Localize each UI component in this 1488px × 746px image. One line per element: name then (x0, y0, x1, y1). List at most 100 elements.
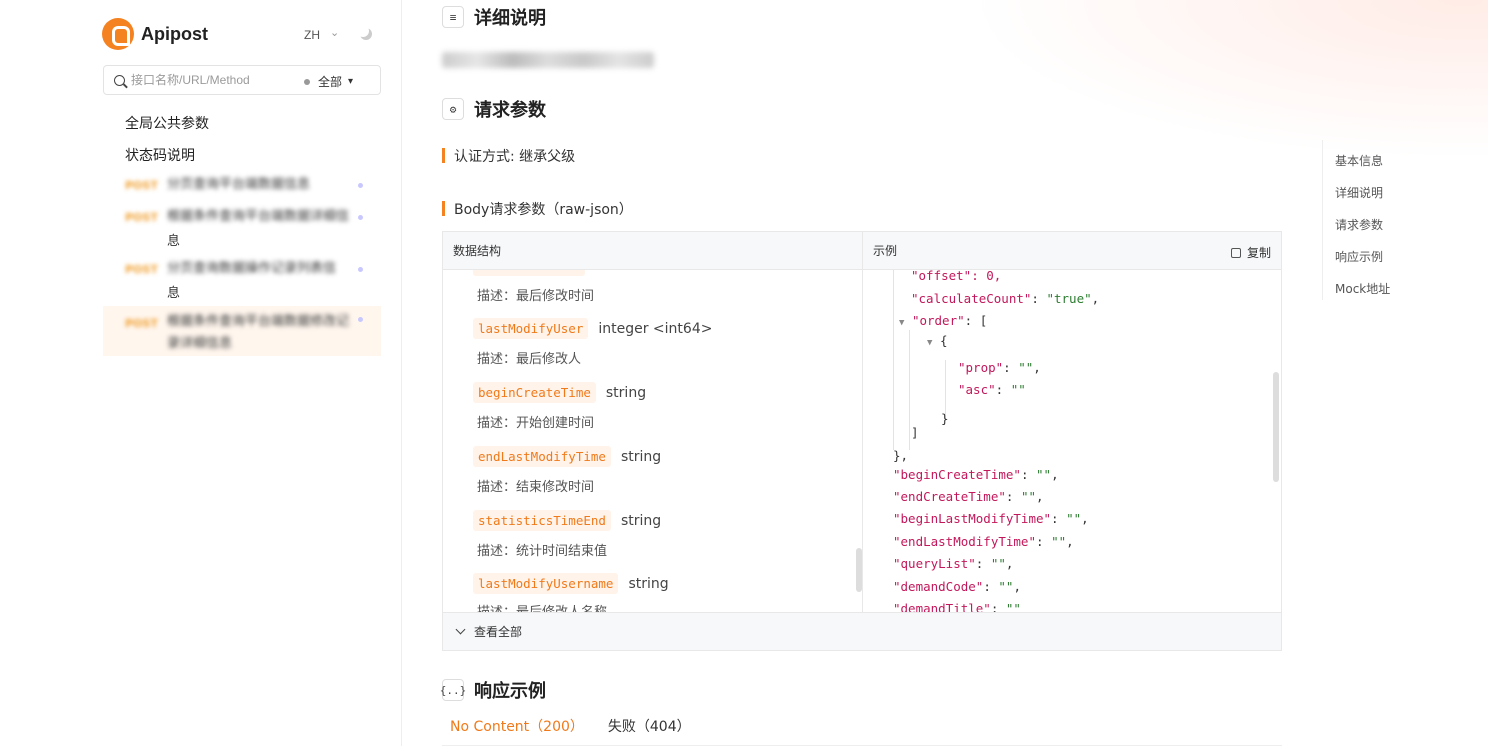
language-switch[interactable]: ZH (304, 28, 320, 42)
json-key: "endCreateTime" (893, 489, 1006, 504)
json-value: "" (1020, 489, 1037, 504)
field-row (473, 270, 585, 276)
field-row: statisticsTimeEnd string (473, 510, 661, 531)
json-key: "demandTitle" (893, 601, 991, 612)
api-name: 根据条件查询平台端数据修改记录详细信息 (167, 314, 350, 351)
field-type: string (605, 384, 647, 401)
api-method: POST (125, 263, 158, 276)
field-desc: 描述：结束修改时间 (477, 480, 595, 495)
field-type: string (620, 448, 662, 465)
header-label: 示例 (873, 244, 898, 258)
api-list-item-active[interactable]: POST 根据条件查询平台端数据修改记录详细信息 (103, 306, 381, 356)
braces-icon: {..} (440, 679, 466, 701)
table-of-contents: 基本信息 详细说明 请求参数 响应示例 Mock地址 (1322, 140, 1488, 300)
api-name: 分页查询数据操作记录列表信 (167, 261, 337, 276)
json-line: "demandCode": "", (893, 579, 1021, 594)
copy-button[interactable]: 复制 (1230, 244, 1271, 261)
search-input[interactable] (131, 73, 291, 87)
accent-bar (442, 201, 445, 216)
api-method: POST (125, 317, 158, 330)
auth-method: 认证方式: 继承父级 (454, 149, 576, 165)
field-row: beginCreateTime string (473, 382, 646, 403)
field-desc: 描述：开始创建时间 (477, 416, 595, 431)
json-line: "endCreateTime": "", (893, 489, 1044, 504)
search-box: 全部 ▾ (103, 65, 381, 95)
sidebar: Apipost ZH ⌄ 全部 ▾ 全局公共参数 状态码说明 POST 分页查询… (0, 0, 402, 746)
section-title: 详细说明 (474, 8, 546, 29)
copy-icon (1230, 247, 1241, 258)
filter-dot-icon (304, 78, 310, 85)
field-desc: 描述：统计时间结束值 (477, 544, 608, 559)
field-row: lastModifyUsername string (473, 573, 669, 594)
field-type: string (628, 575, 669, 592)
dark-mode-toggle-icon[interactable] (357, 25, 372, 40)
api-name: 根据条件查询平台端数据详细信 (167, 209, 350, 224)
view-all-button[interactable]: 查看全部 (443, 612, 1281, 650)
json-key: "order" (911, 313, 965, 328)
field-name: endLastModifyTime (473, 446, 611, 467)
json-value: "" (990, 556, 1006, 571)
json-key: "beginLastModifyTime" (893, 511, 1052, 526)
json-value: "" (1051, 534, 1067, 549)
section-response: {..} 响应示例 (440, 677, 546, 703)
chevron-down-icon: ▾ (348, 76, 354, 87)
json-example-panel[interactable]: "offset": 0, "calculateCount": "true", ▼… (863, 270, 1281, 612)
schema-panel[interactable]: 描述：最后修改时间 lastModifyUser integer <int64>… (443, 270, 863, 612)
json-line: "prop": "", (958, 360, 1041, 375)
api-method: POST (125, 179, 158, 192)
json-line: "calculateCount": "true", (911, 291, 1100, 306)
api-status-dot (358, 183, 363, 188)
collapse-triangle-icon[interactable]: ▼ (899, 318, 904, 328)
api-status-dot (358, 267, 363, 272)
json-line: "queryList": "", (893, 556, 1014, 571)
toc-item-basic-info[interactable]: 基本信息 (1335, 152, 1383, 169)
api-name-tail: 息 (167, 286, 181, 301)
api-status-dot (358, 215, 363, 220)
section-detail: ≡ 详细说明 (442, 4, 546, 30)
json-key: "demandCode" (893, 579, 984, 594)
api-status-dot (358, 317, 363, 322)
field-name-clipped (473, 270, 585, 276)
json-line: "demandTitle": "" (893, 601, 1021, 612)
api-list-item[interactable]: POST 分页查询平台端数据信息 (103, 174, 381, 198)
indent-guide (909, 330, 910, 450)
scrollbar[interactable] (1273, 372, 1279, 482)
tab-no-content[interactable]: No Content（200） (442, 706, 592, 746)
tab-failure[interactable]: 失败（404） (600, 706, 699, 746)
field-desc: 描述：最后修改人名称 (477, 601, 607, 612)
chevron-down-icon[interactable]: ⌄ (330, 26, 339, 39)
toc-item-request-params[interactable]: 请求参数 (1335, 216, 1383, 233)
field-desc: 描述：最后修改时间 (477, 289, 595, 304)
search-icon (114, 74, 125, 86)
method-filter[interactable]: 全部 ▾ (304, 73, 353, 90)
json-value: "true" (1046, 291, 1092, 306)
params-table: 数据结构 示例 复制 描述：最后修改时间 lastModifyUser inte… (442, 231, 1282, 651)
view-all-label: 查看全部 (474, 625, 523, 639)
toc-item-detail[interactable]: 详细说明 (1335, 184, 1383, 201)
nav-status-codes[interactable]: 状态码说明 (125, 145, 195, 165)
json-key: "endLastModifyTime" (893, 534, 1036, 549)
collapse-triangle-icon[interactable]: ▼ (927, 338, 932, 348)
field-name: lastModifyUser (473, 318, 589, 339)
json-value: "" (1005, 601, 1021, 612)
api-list-item[interactable]: POST 分页查询数据操作记录列表信 息 (103, 258, 381, 304)
field-name: statisticsTimeEnd (473, 510, 611, 531)
field-row: endLastModifyTime string (473, 446, 661, 467)
api-name: 分页查询平台端数据信息 (167, 177, 311, 192)
logo[interactable]: Apipost (102, 18, 208, 50)
field-row: lastModifyUser integer <int64> (473, 318, 712, 339)
field-desc: 描述：最后修改人 (477, 352, 582, 367)
json-line: "beginLastModifyTime": "", (893, 511, 1089, 526)
api-list-item[interactable]: POST 根据条件查询平台端数据详细信 息 (103, 206, 381, 252)
json-key: "queryList" (893, 556, 976, 571)
scrollbar[interactable] (856, 548, 862, 592)
toc-item-mock-url[interactable]: Mock地址 (1335, 280, 1390, 297)
json-key: "calculateCount" (911, 291, 1032, 306)
nav-global-params[interactable]: 全局公共参数 (125, 113, 209, 133)
json-line: }, (893, 448, 909, 463)
json-value: "" (1036, 467, 1052, 482)
json-line: "asc": "" (958, 382, 1026, 397)
section-title: 响应示例 (474, 681, 546, 702)
indent-guide (893, 270, 894, 450)
toc-item-response-example[interactable]: 响应示例 (1335, 248, 1383, 265)
